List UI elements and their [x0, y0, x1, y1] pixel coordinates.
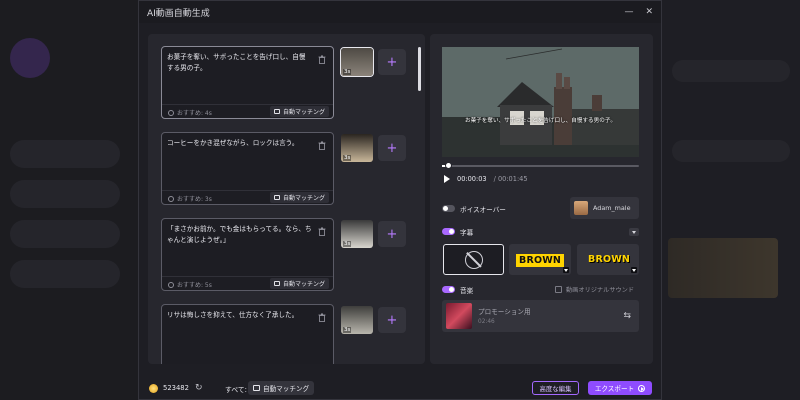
- dialog-titlebar: AI動画自動生成 — ✕: [139, 1, 661, 23]
- original-sound-label: 動画オリジナルサウンド: [566, 287, 635, 294]
- image-icon: [273, 109, 280, 114]
- auto-match-button[interactable]: 自動マッチング: [269, 278, 329, 289]
- add-scene-button[interactable]: +: [378, 221, 406, 247]
- export-button[interactable]: エクスポート: [588, 381, 652, 395]
- credit-balance: 523482: [163, 384, 189, 392]
- image-icon: [273, 195, 280, 200]
- dialog-footer: 523482 ↻ すべて: 自動マッチング 高度な編集 エクスポート: [139, 377, 661, 400]
- recommended-duration: おすすめ: 4s: [168, 108, 212, 117]
- auto-match-all-button[interactable]: 自動マッチング: [248, 381, 315, 395]
- swap-icon[interactable]: ⇆: [623, 311, 631, 321]
- image-icon: [253, 385, 260, 391]
- scene-item: 「まさかお前か。でも金はもらってる。なら、ちゃんと演じようぜ。」 おすすめ: 5…: [161, 218, 425, 292]
- export-icon: [638, 384, 646, 392]
- scene-text-card[interactable]: リサは悔しさを抑えて、仕方なく了承した。: [161, 304, 334, 364]
- subtitle-style-none[interactable]: [443, 244, 504, 275]
- scene-thumbnail[interactable]: 3s: [340, 47, 374, 77]
- auto-match-button[interactable]: 自動マッチング: [269, 106, 329, 117]
- play-icon[interactable]: [444, 175, 450, 183]
- scene-item: コーヒーをかき混ぜながら、ロックは言う。 おすすめ: 3s 自動マッチング 3s…: [161, 132, 425, 206]
- thumbnail-duration: 3s: [343, 155, 352, 161]
- add-scene-button[interactable]: +: [378, 135, 406, 161]
- original-sound-option[interactable]: 動画オリジナルサウンド: [555, 285, 634, 294]
- scene-thumbnail[interactable]: 3s: [341, 306, 373, 334]
- original-sound-checkbox[interactable]: [555, 286, 562, 293]
- subtitle-label: 字幕: [460, 229, 474, 237]
- ai-video-generator-dialog: AI動画自動生成 — ✕ お菓子を奪い、サボったことを告げ口し、自慢する男の子。…: [138, 0, 662, 400]
- thumbnail-duration: 3s: [343, 327, 352, 333]
- music-label: 音楽: [460, 287, 474, 295]
- scene-text[interactable]: コーヒーをかき混ぜながら、ロックは言う。: [167, 138, 312, 149]
- download-icon: [563, 267, 569, 273]
- refresh-icon[interactable]: ↻: [195, 383, 203, 393]
- coin-icon: [149, 384, 158, 393]
- total-time: / 00:01:45: [493, 175, 528, 183]
- music-duration: 02:46: [478, 319, 495, 325]
- auto-match-button[interactable]: 自動マッチング: [269, 192, 329, 203]
- subtitle-collapse-button[interactable]: [629, 228, 639, 236]
- no-style-icon: [465, 251, 483, 269]
- minimize-icon[interactable]: —: [624, 7, 633, 17]
- voice-selector[interactable]: Adam_male: [570, 197, 639, 219]
- scene-text-card[interactable]: コーヒーをかき混ぜながら、ロックは言う。 おすすめ: 3s 自動マッチング: [161, 132, 334, 205]
- scene-text-card[interactable]: 「まさかお前か。でも金はもらってる。なら、ちゃんと演じようぜ。」 おすすめ: 5…: [161, 218, 334, 291]
- recommended-duration: おすすめ: 3s: [168, 194, 212, 203]
- thumbnail-duration: 3s: [343, 69, 352, 75]
- music-toggle[interactable]: [442, 286, 455, 293]
- trash-icon[interactable]: [318, 141, 326, 150]
- download-icon: [631, 267, 637, 273]
- add-scene-button[interactable]: +: [378, 49, 406, 75]
- advanced-edit-button[interactable]: 高度な編集: [532, 381, 579, 395]
- scene-text-card[interactable]: お菓子を奪い、サボったことを告げ口し、自慢する男の子。 おすすめ: 4s 自動マ…: [161, 46, 334, 119]
- scene-list-scrollbar[interactable]: [418, 47, 421, 91]
- trash-icon[interactable]: [318, 227, 326, 236]
- add-scene-button[interactable]: +: [378, 307, 406, 333]
- scene-list-panel[interactable]: お菓子を奪い、サボったことを告げ口し、自慢する男の子。 おすすめ: 4s 自動マ…: [148, 34, 425, 364]
- clock-icon: [168, 281, 174, 288]
- close-icon[interactable]: ✕: [645, 7, 653, 17]
- playback-progress-bar[interactable]: [442, 162, 639, 169]
- recommended-duration: おすすめ: 5s: [168, 280, 212, 289]
- voiceover-toggle[interactable]: [442, 205, 455, 212]
- music-track-card[interactable]: プロモーション用 02:46 ⇆: [442, 300, 639, 332]
- scene-text[interactable]: 「まさかお前か。でも金はもらってる。なら、ちゃんと演じようぜ。」: [167, 224, 312, 246]
- current-time: 00:00:03: [457, 175, 487, 183]
- scene-thumbnail[interactable]: 3s: [341, 134, 373, 162]
- music-cover-image: [446, 303, 472, 329]
- video-preview[interactable]: お菓子を奪い、サボったことを告げ口し、自慢する男の子。: [442, 47, 639, 157]
- clock-icon: [168, 195, 174, 202]
- voiceover-label: ボイスオーバー: [460, 206, 506, 214]
- music-title: プロモーション用: [478, 308, 531, 316]
- image-icon: [273, 281, 280, 286]
- scene-thumbnail[interactable]: 3s: [341, 220, 373, 248]
- subtitle-style-brown-black[interactable]: BROWN: [509, 244, 571, 275]
- preview-panel: お菓子を奪い、サボったことを告げ口し、自慢する男の子。 00:00:03 / 0…: [430, 34, 653, 364]
- progress-handle[interactable]: [444, 162, 452, 169]
- video-frame-image: [442, 47, 639, 157]
- subtitle-toggle[interactable]: [442, 228, 455, 235]
- style-preview-text: BROWN: [588, 254, 631, 265]
- subtitle-style-brown-yellow[interactable]: BROWN: [577, 244, 639, 275]
- trash-icon[interactable]: [318, 313, 326, 322]
- thumbnail-duration: 3s: [343, 241, 352, 247]
- subtitle-preview-text: お菓子を奪い、サボったことを告げ口し、自慢する男の子。: [464, 118, 617, 124]
- scene-item: お菓子を奪い、サボったことを告げ口し、自慢する男の子。 おすすめ: 4s 自動マ…: [161, 46, 425, 120]
- voice-name: Adam_male: [593, 204, 631, 212]
- clock-icon: [168, 109, 174, 116]
- scene-text[interactable]: リサは悔しさを抑えて、仕方なく了承した。: [167, 310, 312, 321]
- scene-text[interactable]: お菓子を奪い、サボったことを告げ口し、自慢する男の子。: [167, 52, 312, 74]
- all-label: すべて:: [225, 386, 247, 394]
- scene-item: リサは悔しさを抑えて、仕方なく了承した。 3s +: [161, 304, 425, 364]
- voice-avatar: [574, 201, 588, 215]
- dialog-title: AI動画自動生成: [147, 8, 210, 19]
- style-preview-text: BROWN: [516, 254, 565, 267]
- trash-icon[interactable]: [318, 55, 326, 64]
